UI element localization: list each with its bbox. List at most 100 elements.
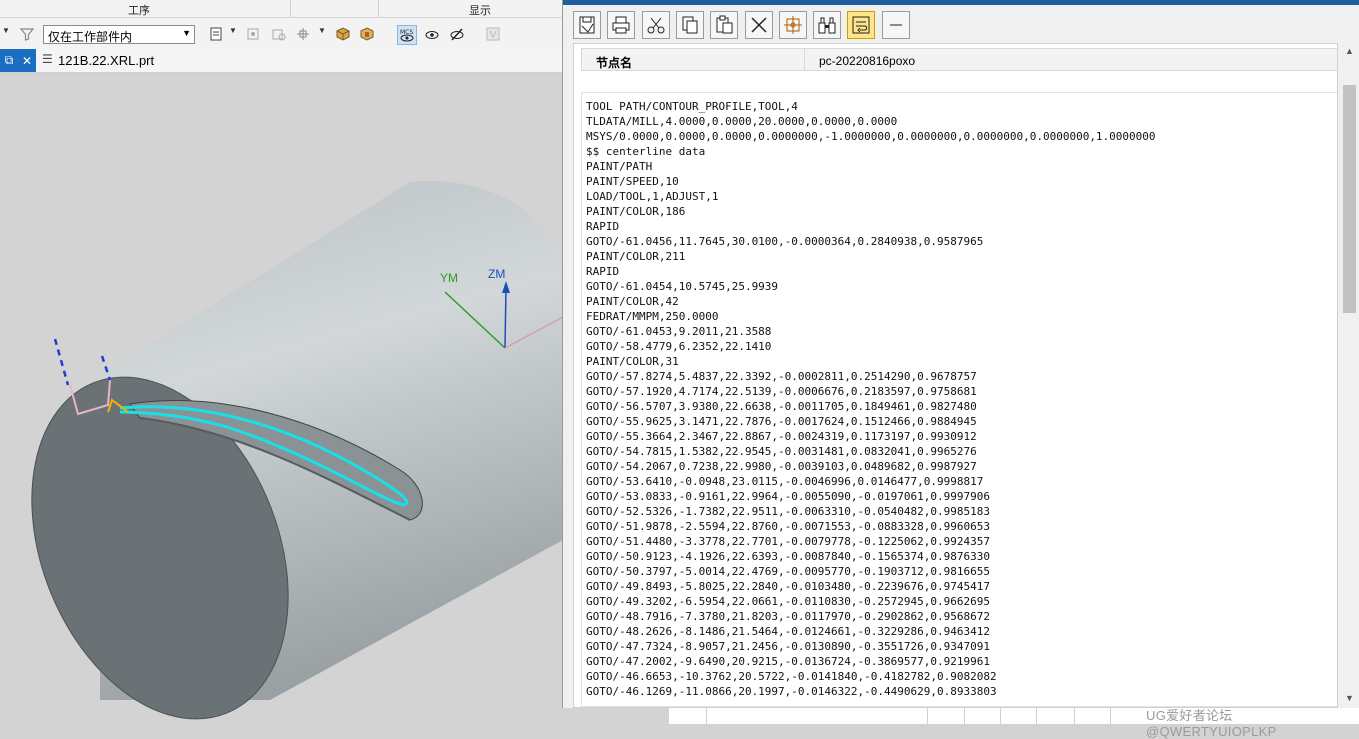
- column-divider: [804, 49, 805, 70]
- information-content: 节点名 pc-20220816poxo TOOL PATH/CONTOUR_PR…: [573, 43, 1338, 708]
- restore-icon[interactable]: ⧉: [0, 53, 18, 68]
- graphics-viewport[interactable]: YM ZM: [0, 73, 563, 724]
- chevron-down-icon: ▼: [182, 28, 191, 38]
- grid-line: [964, 708, 965, 724]
- print-icon[interactable]: [607, 11, 635, 39]
- group-label-display: 显示: [469, 5, 491, 17]
- listing-line: GOTO/-51.4480,-3.3778,22.7701,-0.0079778…: [586, 535, 990, 548]
- listing-line: PAINT/SPEED,10: [586, 175, 679, 188]
- listing-line: GOTO/-47.7324,-8.9057,21.2456,-0.0130890…: [586, 640, 990, 653]
- listing-line: GOTO/-57.8274,5.4837,22.3392,-0.0002811,…: [586, 370, 977, 383]
- grid-line: [706, 708, 707, 724]
- listing-line: GOTO/-53.0833,-0.9161,22.9964,-0.0055090…: [586, 490, 990, 503]
- listing-line: GOTO/-52.5326,-1.7382,22.9511,-0.0063310…: [586, 505, 990, 518]
- listing-line: GOTO/-46.6653,-10.3762,20.5722,-0.014184…: [586, 670, 997, 683]
- listing-line: RAPID: [586, 220, 620, 233]
- tab-controls: ⧉ ✕: [0, 49, 36, 72]
- binoculars-icon[interactable]: [813, 11, 841, 39]
- minimize-icon[interactable]: [882, 11, 910, 39]
- scroll-down-arrow-icon[interactable]: ▼: [1345, 693, 1354, 703]
- listing-line: TLDATA/MILL,4.0000,0.0000,20.0000,0.0000…: [586, 115, 898, 128]
- listing-line: PAINT/PATH: [586, 160, 653, 173]
- selection-scope-dropdown[interactable]: 仅在工作部件内 ▼: [43, 25, 195, 44]
- listing-line: GOTO/-50.3797,-5.0014,22.4769,-0.0095770…: [586, 565, 990, 578]
- node-name-value: pc-20220816poxo: [819, 54, 916, 68]
- listing-line: GOTO/-61.0456,11.7645,30.0100,-0.0000364…: [586, 235, 984, 248]
- listing-line: GOTO/-55.3664,2.3467,22.8867,-0.0024319,…: [586, 430, 977, 443]
- zm-axis: [504, 286, 507, 349]
- listing-line: MSYS/0.0000,0.0000,0.0000,0.0000000,-1.0…: [586, 130, 1156, 143]
- rapid-move-line: [53, 338, 70, 386]
- crosshair-snap-icon[interactable]: [294, 25, 312, 43]
- listing-line: GOTO/-57.1920,4.7174,22.5139,-0.0006676,…: [586, 385, 977, 398]
- wrap-icon[interactable]: [847, 11, 875, 39]
- listing-line: GOTO/-61.0453,9.2011,21.3588: [586, 325, 772, 338]
- delete-icon[interactable]: [745, 11, 773, 39]
- grid-line: [1000, 708, 1001, 724]
- mcs-display-icon[interactable]: MCS: [397, 25, 417, 45]
- selection-scope-value: 仅在工作部件内: [48, 30, 133, 44]
- document-tab-title[interactable]: 121B.22.XRL.prt: [58, 53, 154, 68]
- listing-line: GOTO/-49.3202,-6.5954,22.0661,-0.0110830…: [586, 595, 990, 608]
- node-name-label: 节点名: [596, 56, 633, 70]
- listing-line: LOAD/TOOL,1,ADJUST,1: [586, 190, 719, 203]
- disabled-icon[interactable]: [484, 25, 502, 43]
- ribbon-group-bar: 工序 显示: [0, 0, 563, 18]
- listing-line: GOTO/-53.6410,-0.0948,23.0115,-0.0046996…: [586, 475, 984, 488]
- find-target-icon[interactable]: [779, 11, 807, 39]
- hide-icon[interactable]: [448, 25, 466, 43]
- group-divider: [378, 0, 379, 17]
- listing-line: GOTO/-48.7916,-7.3780,21.8203,-0.0117970…: [586, 610, 990, 623]
- listing-line: GOTO/-56.5707,3.9380,22.6638,-0.0011705,…: [586, 400, 977, 413]
- toolpath-listing-text: TOOL PATH/CONTOUR_PROFILE,TOOL,4 TLDATA/…: [586, 99, 1156, 699]
- information-toolbar: [563, 5, 1359, 43]
- listing-line: GOTO/-58.4779,6.2352,22.1410: [586, 340, 772, 353]
- information-window: 节点名 pc-20220816poxo TOOL PATH/CONTOUR_PR…: [562, 0, 1359, 708]
- point-snap-icon[interactable]: [270, 25, 288, 43]
- scroll-up-arrow-icon[interactable]: ▲: [1345, 46, 1354, 56]
- listing-line: PAINT/COLOR,31: [586, 355, 679, 368]
- grid-line: [1074, 708, 1075, 724]
- listing-line: PAINT/COLOR,186: [586, 205, 686, 218]
- box-icon[interactable]: [334, 25, 352, 43]
- save-icon[interactable]: [573, 11, 601, 39]
- toolpath-listing[interactable]: TOOL PATH/CONTOUR_PROFILE,TOOL,4 TLDATA/…: [581, 92, 1337, 707]
- group-label-operation: 工序: [128, 5, 150, 17]
- listing-line: GOTO/-54.2067,0.7238,22.9980,-0.0039103,…: [586, 460, 977, 473]
- listing-line: RAPID: [586, 265, 620, 278]
- show-icon[interactable]: [423, 25, 441, 43]
- listing-line: FEDRAT/MMPM,250.0000: [586, 310, 719, 323]
- listing-line: GOTO/-50.9123,-4.1926,22.6393,-0.0087840…: [586, 550, 990, 563]
- zm-axis-label: ZM: [488, 267, 506, 281]
- listing-line: GOTO/-48.2626,-8.1486,21.5464,-0.0124661…: [586, 625, 990, 638]
- listing-line: TOOL PATH/CONTOUR_PROFILE,TOOL,4: [586, 100, 798, 113]
- document-tab-bar: ⧉ ✕ ☰ 121B.22.XRL.prt: [0, 49, 563, 73]
- grid-line: [1110, 708, 1111, 724]
- cut-icon[interactable]: [642, 11, 670, 39]
- listing-line: GOTO/-46.1269,-11.0866,20.1997,-0.014632…: [586, 685, 997, 698]
- selection-filter-icon[interactable]: [208, 25, 226, 43]
- listing-line: GOTO/-61.0454,10.5745,25.9939: [586, 280, 779, 293]
- close-icon[interactable]: ✕: [18, 54, 36, 68]
- chevron-down-icon[interactable]: ▼: [2, 26, 10, 35]
- chevron-down-icon[interactable]: ▼: [229, 26, 237, 35]
- scrollbar-thumb[interactable]: [1343, 85, 1356, 313]
- grid-line: [927, 708, 928, 724]
- copy-icon[interactable]: [676, 11, 704, 39]
- node-name-row: 节点名 pc-20220816poxo: [581, 48, 1337, 71]
- watermark-text: UG爱好者论坛@QWERTYUIOPLKP: [1146, 708, 1277, 739]
- listing-line: GOTO/-54.7815,1.5382,22.9545,-0.0031481,…: [586, 445, 977, 458]
- part-icon[interactable]: [358, 25, 376, 43]
- listing-line: GOTO/-49.8493,-5.8025,22.2840,-0.0103480…: [586, 580, 990, 593]
- group-divider: [290, 0, 291, 17]
- ym-axis-label: YM: [440, 271, 458, 285]
- grid-line: [1036, 708, 1037, 724]
- vertical-scrollbar[interactable]: ▲ ▼: [1340, 43, 1359, 708]
- snap-icon[interactable]: [244, 25, 262, 43]
- paste-icon[interactable]: [710, 11, 738, 39]
- model-view: [31, 180, 563, 720]
- listing-line: $$ centerline data: [586, 145, 706, 158]
- filter-icon[interactable]: [18, 25, 36, 43]
- listing-line: PAINT/COLOR,42: [586, 295, 679, 308]
- chevron-down-icon[interactable]: ▼: [318, 26, 326, 35]
